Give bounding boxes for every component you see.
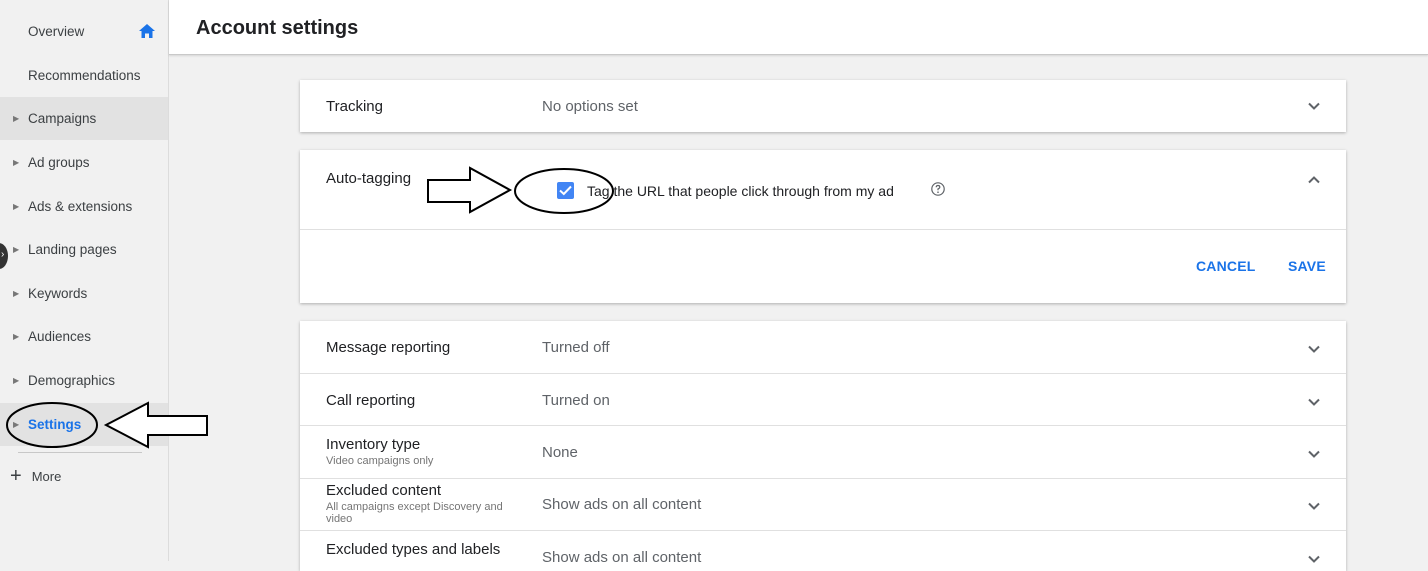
sidebar-item-label: Audiences [28,329,92,344]
sidebar-item-settings[interactable]: ▶ Settings [0,403,168,446]
setting-value: Turned on [542,392,610,409]
setting-subtext: Video campaigns only [326,455,434,467]
setting-row[interactable]: Excluded types and labels Show ads on al… [300,531,1346,571]
caret-right-icon: ▶ [13,245,20,254]
sidebar-item-ad-groups[interactable]: ▶ Ad groups [0,141,168,184]
sidebar-item-keywords[interactable]: ▶ Keywords [0,272,168,315]
tracking-setting[interactable]: Tracking No options set [300,80,1346,132]
setting-subtext: All campaigns except Discovery and video [326,501,503,525]
setting-row[interactable]: Excluded content All campaigns except Di… [300,479,1346,531]
setting-value: Turned off [542,339,610,356]
setting-name: Auto-tagging [326,170,412,187]
home-icon [139,24,155,38]
sidebar-item-label: Campaigns [28,111,97,126]
help-icon[interactable] [930,181,946,197]
sidebar-item-label: Settings [28,417,82,432]
chevron-up-icon[interactable] [1306,172,1322,188]
setting-row[interactable]: Message reporting Turned off [300,321,1346,373]
setting-row[interactable]: Tracking No options set [300,80,1346,132]
caret-right-icon: ▶ [13,420,20,429]
setting-name: Excluded content [326,482,442,499]
caret-right-icon: ▶ [13,332,20,341]
setting-row[interactable]: Inventory type Video campaigns only None [300,426,1346,478]
sidebar-item-label: Overview [28,24,85,39]
setting-name: Excluded types and labels [326,541,501,558]
page-header: Account settings [169,0,1428,55]
page-title: Account settings [196,17,359,39]
settings-list: Message reporting Turned off Call report… [300,321,1346,571]
save-button[interactable]: SAVE [1288,258,1326,274]
setting-row[interactable]: Call reporting Turned on [300,374,1346,425]
setting-name: Tracking [326,98,383,115]
setting-name: Message reporting [326,339,451,356]
sidebar-item-campaigns[interactable]: ▶ Campaigns [0,97,168,140]
sidebar-item-label: Landing pages [28,242,117,257]
sidebar-item-audiences[interactable]: ▶ Audiences [0,315,168,358]
sidebar-item-recommendations[interactable]: Recommendations [0,54,168,97]
caret-right-icon: ▶ [13,158,20,167]
more-label: More [31,468,62,484]
chevron-down-icon[interactable] [1306,498,1322,514]
setting-value: No options set [542,98,638,115]
plus-icon: + [10,465,22,487]
caret-right-icon: ▶ [13,114,20,123]
setting-value: Show ads on all content [542,496,702,513]
sidebar-item-label: Recommendations [28,68,141,83]
row-divider [300,229,1346,230]
sidebar-item-label: Demographics [28,373,116,388]
setting-name: Inventory type [326,436,421,453]
caret-right-icon: ▶ [13,289,20,298]
setting-value: None [542,444,578,461]
sidebar-item-landing-pages[interactable]: ▶ Landing pages [0,228,168,271]
sidebar-divider [18,452,142,453]
chevron-down-icon[interactable] [1306,394,1322,410]
auto-tagging-checkbox[interactable] [557,182,574,199]
chevron-down-icon[interactable] [1306,551,1322,567]
chevron-down-icon[interactable] [1306,98,1322,114]
sidebar-item-demographics[interactable]: ▶ Demographics [0,359,168,402]
more-button[interactable]: + More [10,465,62,487]
sidebar: › Overview Recommendations ▶ Campaigns ▶… [0,0,169,561]
sidebar-item-label: Ads & extensions [28,199,133,214]
auto-tagging-checkbox-label[interactable]: Tag the URL that people click through fr… [587,183,894,199]
caret-right-icon: ▶ [13,376,20,385]
setting-name: Call reporting [326,392,416,409]
auto-tagging-setting: Auto-tagging Tag the URL that people cli… [300,150,1346,303]
setting-value: Show ads on all content [542,549,702,566]
caret-right-icon: ▶ [13,202,20,211]
chevron-down-icon[interactable] [1306,446,1322,462]
sidebar-item-ads-extensions[interactable]: ▶ Ads & extensions [0,185,168,228]
check-icon [559,185,572,196]
sidebar-item-label: Keywords [28,286,88,301]
sidebar-item-label: Ad groups [28,155,90,170]
cancel-button[interactable]: CANCEL [1196,258,1256,274]
chevron-down-icon[interactable] [1306,341,1322,357]
